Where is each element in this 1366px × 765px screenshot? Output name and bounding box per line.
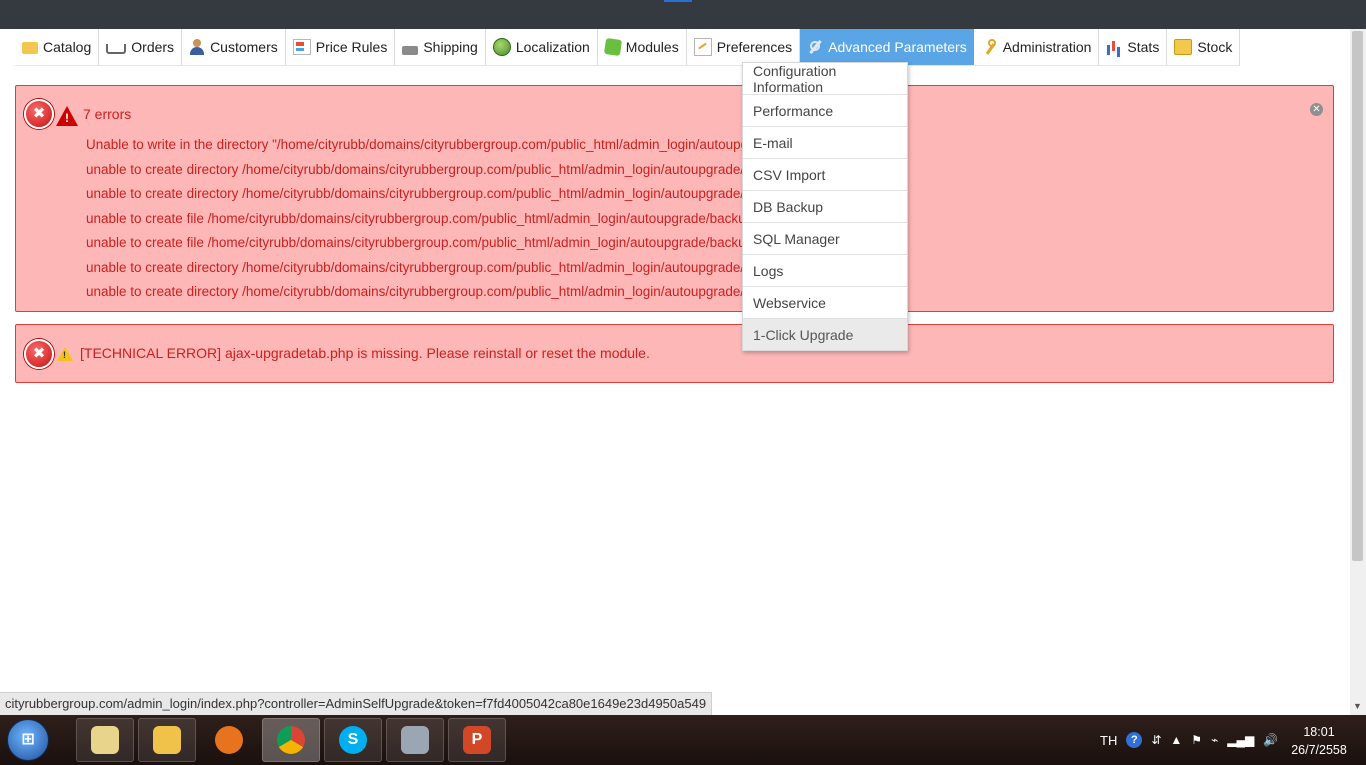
taskbar-app-7[interactable]: P [448,718,506,762]
menu-item-stats[interactable]: Stats [1099,29,1168,65]
customer-icon [189,39,205,55]
scrollbar-thumb[interactable] [1352,31,1363,561]
windows-taskbar: ⊞ S P TH ? ⇵ ▲ ⚑ ⌁ ▂▄▆ 🔊 18:01 26/7/2558 [0,715,1366,765]
error-count: 7 errors [83,106,132,122]
menu-item-shipping[interactable]: Shipping [395,29,486,65]
globe-icon [492,38,511,56]
file-explorer-icon [153,726,181,754]
power-icon[interactable]: ⌁ [1211,733,1218,747]
puzzle-icon [603,37,622,57]
clock-time: 18:01 [1303,725,1335,739]
firefox-icon [215,726,243,754]
browser-status-bar: cityrubbergroup.com/admin_login/index.ph… [0,692,713,716]
taskbar-app-4[interactable] [262,718,320,762]
language-indicator[interactable]: TH [1100,733,1117,748]
dropdown-item-configuration-information[interactable]: Configuration Information [743,63,907,95]
error-message: unable to create file /home/cityrubb/dom… [86,235,808,250]
cart-icon [106,44,127,54]
system-clock[interactable]: 18:01 26/7/2558 [1284,723,1354,759]
scroll-down-arrow-icon[interactable]: ▼ [1353,701,1362,711]
top-bar-accent [664,0,692,2]
menu-item-label: Orders [131,39,175,55]
dropdown-item-webservice[interactable]: Webservice [743,287,907,319]
menu-item-label: Price Rules [315,39,388,55]
taskbar-app-1[interactable] [76,718,134,762]
bar-chart-icon [1106,39,1122,55]
menu-item-label: Customers [210,39,278,55]
menu-item-orders[interactable]: Orders [99,29,183,65]
folder-app-icon [91,726,119,754]
dropdown-item-db-backup[interactable]: DB Backup [743,191,907,223]
technical-error-alert: ✖ [TECHNICAL ERROR] ajax-upgradetab.php … [15,324,1334,383]
error-list: Unable to write in the directory "/home/… [86,136,808,308]
taskbar-app-2[interactable] [138,718,196,762]
taskbar-app-6[interactable] [386,718,444,762]
show-hidden-icons-icon[interactable]: ▲ [1170,733,1182,747]
technical-error-message: [TECHNICAL ERROR] ajax-upgradetab.php is… [80,345,650,361]
dropdown-item-1-click-upgrade[interactable]: 1-Click Upgrade [743,319,907,350]
windows-start-icon[interactable]: ⊞ [7,719,49,761]
error-message: unable to create file /home/cityrubb/dom… [86,210,808,226]
preferences-icon [693,38,712,56]
error-message: unable to create directory /home/cityrub… [86,161,802,177]
menu-item-localization[interactable]: Localization [485,29,598,65]
menu-item-label: Catalog [43,39,92,55]
menu-item-label: Modules [625,39,679,55]
powerpoint-icon: P [463,726,491,754]
chrome-icon [277,726,305,754]
error-message: unable to create directory /home/cityrub… [86,284,767,299]
menu-item-label: Administration [1002,39,1092,55]
help-icon[interactable]: ? [1126,732,1143,748]
menu-item-advanced-parameters[interactable]: Advanced Parameters [800,29,975,65]
admin-top-bar [0,0,1366,29]
warning-icon [57,347,73,361]
menu-item-label: Stock [1197,39,1233,55]
scanner-app-icon [401,726,429,754]
action-center-flag-icon[interactable]: ⚑ [1191,733,1202,747]
menu-item-catalog[interactable]: Catalog [15,29,100,65]
error-x-icon: ✖ [24,339,54,369]
menu-item-preferences[interactable]: Preferences [686,29,801,65]
clock-date: 26/7/2558 [1291,743,1347,757]
menu-item-label: Preferences [716,39,793,55]
folder-icon [22,42,38,54]
error-message: unable to create directory /home/cityrub… [86,259,777,275]
dropdown-item-logs[interactable]: Logs [743,255,907,287]
error-x-icon: ✖ [24,99,54,129]
close-alert-icon[interactable]: ✕ [1310,103,1323,116]
error-message: unable to create directory /home/cityrub… [86,186,788,201]
notification-icon[interactable]: ⇵ [1151,733,1161,747]
menu-item-price-rules[interactable]: Price Rules [285,29,396,65]
dropdown-item-sql-manager[interactable]: SQL Manager [743,223,907,255]
menu-item-modules[interactable]: Modules [597,29,687,65]
truck-icon [402,45,419,55]
wrench-icon [807,39,823,55]
menu-item-label: Shipping [423,39,478,55]
menu-item-stock[interactable]: Stock [1167,29,1241,65]
system-tray: TH ? ⇵ ▲ ⚑ ⌁ ▂▄▆ 🔊 [1100,715,1278,765]
main-menu: Catalog Orders Customers Price Rules Shi… [15,29,1241,66]
warning-triangle-icon [56,106,78,126]
network-signal-icon[interactable]: ▂▄▆ [1227,733,1254,747]
volume-icon[interactable]: 🔊 [1263,733,1278,747]
menu-item-label: Localization [515,39,590,55]
menu-item-label: Advanced Parameters [828,39,967,55]
price-rules-icon [292,39,311,55]
dropdown-item-email[interactable]: E-mail [743,127,907,159]
key-icon [982,39,998,55]
page-scrollbar[interactable]: ▼ [1350,29,1366,715]
advanced-parameters-dropdown: Configuration Information Performance E-… [742,62,908,351]
menu-item-administration[interactable]: Administration [974,29,1100,65]
taskbar-app-3[interactable] [200,718,258,762]
menu-item-customers[interactable]: Customers [182,29,286,65]
skype-icon: S [339,726,367,754]
errors-alert: ✖ 7 errors ✕ Unable to write in the dire… [15,85,1334,312]
dropdown-item-performance[interactable]: Performance [743,95,907,127]
menu-item-label: Stats [1127,39,1160,55]
error-message: Unable to write in the directory "/home/… [86,137,780,152]
taskbar-app-5[interactable]: S [324,718,382,762]
dropdown-item-csv-import[interactable]: CSV Import [743,159,907,191]
stock-icon [1174,39,1193,55]
